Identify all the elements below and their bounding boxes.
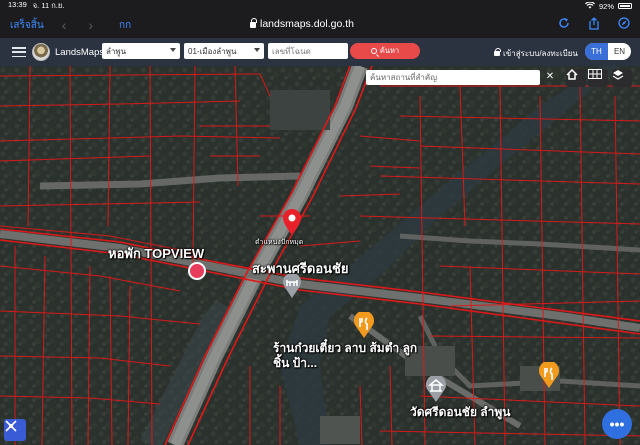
status-date: จ. 11 ก.ย. xyxy=(32,1,65,10)
reader-button[interactable]: กก xyxy=(119,18,131,33)
layers-button[interactable] xyxy=(612,69,632,87)
more-options-button[interactable]: ••• xyxy=(602,409,632,439)
address-bar[interactable]: landsmaps.dol.go.th xyxy=(250,18,354,30)
restaurant-label[interactable]: ร้านก๋วยเตี๋ยว ลาบ ส้มตำ ลูกชิ้น ป้า... xyxy=(273,341,423,371)
hotel-marker-icon[interactable] xyxy=(188,262,206,280)
back-icon[interactable]: ‹ xyxy=(62,17,67,33)
url-text: landsmaps.dol.go.th xyxy=(260,18,354,30)
browser-toolbar: เสร็จสิ้น ‹ › กก landsmaps.dol.go.th xyxy=(0,12,640,38)
chevron-down-icon xyxy=(170,48,176,52)
compass-tool-icon xyxy=(5,420,17,432)
location-tool-button[interactable] xyxy=(4,419,26,441)
wifi-icon xyxy=(584,0,595,11)
close-icon[interactable]: ✕ xyxy=(544,71,556,82)
lang-en-button[interactable]: EN xyxy=(608,43,631,60)
satellite-imagery xyxy=(0,66,640,445)
compass-icon[interactable] xyxy=(618,17,630,33)
bridge-marker-icon[interactable] xyxy=(282,274,302,298)
app-window: 13:39 จ. 11 ก.ย. 92% เสร็จสิ้น ‹ › กก la… xyxy=(0,0,640,445)
place-search-input[interactable] xyxy=(366,70,540,85)
grid-button[interactable] xyxy=(588,69,608,87)
layers-icon xyxy=(612,70,624,80)
login-link[interactable]: เข้าสู่ระบบ/ลงทะเบียน xyxy=(494,47,578,60)
dol-logo xyxy=(32,43,50,61)
lang-th-button[interactable]: TH xyxy=(585,43,608,60)
lock-icon xyxy=(494,48,501,56)
brand-name: LandsMaps xyxy=(55,46,105,58)
battery-icon xyxy=(618,3,632,9)
reload-icon[interactable] xyxy=(558,17,570,33)
province-select[interactable]: ลำพูน xyxy=(102,43,180,59)
forward-icon[interactable]: › xyxy=(88,17,93,33)
map-canvas[interactable]: ✕ ตำแหน่งปักหมุด หอพัก TOPVIEW สะพานศรีด… xyxy=(0,66,640,445)
chevron-down-icon xyxy=(254,48,260,52)
search-icon xyxy=(370,48,377,54)
language-toggle[interactable]: TH EN xyxy=(585,43,631,60)
lock-icon xyxy=(250,18,257,28)
status-bar: 13:39 จ. 11 ก.ย. 92% xyxy=(0,0,640,12)
app-header: LandsMaps ลำพูน 01-เมืองลำพูน ค้นหา เข้า… xyxy=(0,38,640,66)
share-icon[interactable] xyxy=(588,17,600,33)
status-time: 13:39 xyxy=(8,0,27,9)
home-icon xyxy=(566,69,578,80)
pin-label: ตำแหน่งปักหมุด xyxy=(255,239,304,246)
grid-icon xyxy=(588,69,602,79)
home-button[interactable] xyxy=(566,69,586,87)
done-button[interactable]: เสร็จสิ้น xyxy=(10,18,44,33)
deed-number-input[interactable] xyxy=(268,43,348,59)
search-button[interactable]: ค้นหา xyxy=(350,43,420,59)
menu-icon[interactable] xyxy=(12,47,26,57)
hotel-label[interactable]: หอพัก TOPVIEW xyxy=(108,243,204,264)
temple-label[interactable]: วัดศรีดอนชัย ลำพูน xyxy=(410,403,511,422)
district-select[interactable]: 01-เมืองลำพูน xyxy=(184,43,264,59)
battery-percent: 92% xyxy=(598,1,614,11)
